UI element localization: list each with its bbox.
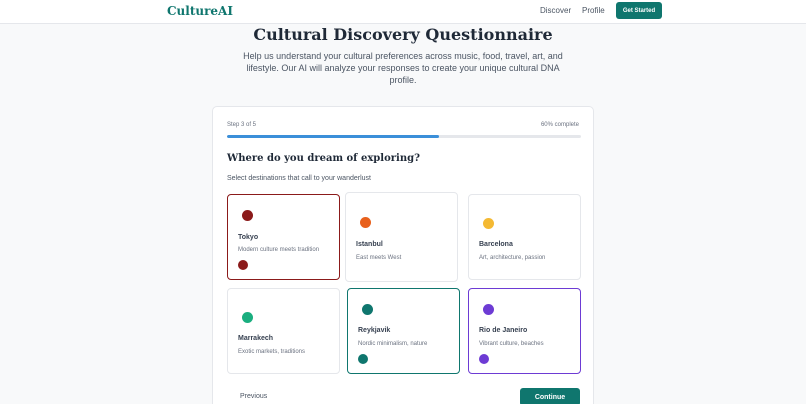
top-nav-bar: CultureAI Discover Profile Get Started [0,0,806,24]
previous-button[interactable]: Previous [240,393,267,400]
selected-indicator-icon [358,354,368,364]
destination-description: Modern culture meets tradition [238,247,320,253]
progress-percent: 60% complete [540,122,579,128]
destination-dot-icon [242,210,253,221]
question-heading: Where do you dream of exploring? [227,153,420,164]
destination-name: Reykjavik [358,327,391,334]
progress-bar-fill [227,135,440,138]
nav-link-discover[interactable]: Discover [540,6,571,15]
destination-description: Nordic minimalism, nature [358,341,428,347]
questionnaire-card: Step 3 of 5 60% complete Where do you dr… [212,106,594,404]
destination-dot-icon [242,312,253,323]
destination-dot-icon [483,218,494,229]
destination-description: Exotic markets, traditions [238,349,306,355]
selected-indicator-icon [238,260,248,270]
destination-option-barcelona[interactable]: Barcelona Art, architecture, passion [468,194,581,280]
brand-logo[interactable]: CultureAI [167,4,233,18]
page-subtitle: Help us understand your cultural prefere… [243,51,563,85]
question-instruction: Select destinations that call to your wa… [227,175,371,182]
destination-dot-icon [483,304,494,315]
destination-option-reykjavik[interactable]: Reykjavik Nordic minimalism, nature [347,288,460,374]
step-indicator: Step 3 of 5 [227,122,257,128]
destination-name: Istanbul [356,241,383,248]
destination-option-istanbul[interactable]: Istanbul East meets West [345,192,458,282]
destination-dot-icon [362,304,373,315]
destination-name: Tokyo [238,234,259,241]
continue-button[interactable]: Continue [520,388,580,404]
destination-name: Marrakech [238,335,274,342]
destination-name: Barcelona [479,241,513,248]
destination-description: Vibrant culture, beaches [479,341,544,347]
destination-dot-icon [360,217,371,228]
destination-name: Rio de Janeiro [479,327,528,334]
progress-bar [227,135,581,138]
destination-option-marrakech[interactable]: Marrakech Exotic markets, traditions [227,288,340,374]
page-title: Cultural Discovery Questionnaire [253,25,553,44]
destination-option-tokyo[interactable]: Tokyo Modern culture meets tradition [227,194,340,280]
destination-option-rio-de-janeiro[interactable]: Rio de Janeiro Vibrant culture, beaches [468,288,581,374]
destination-description: Art, architecture, passion [479,255,546,261]
destination-description: East meets West [356,255,402,261]
selected-indicator-icon [479,354,489,364]
nav-link-profile[interactable]: Profile [582,6,605,15]
get-started-button[interactable]: Get Started [616,2,662,19]
